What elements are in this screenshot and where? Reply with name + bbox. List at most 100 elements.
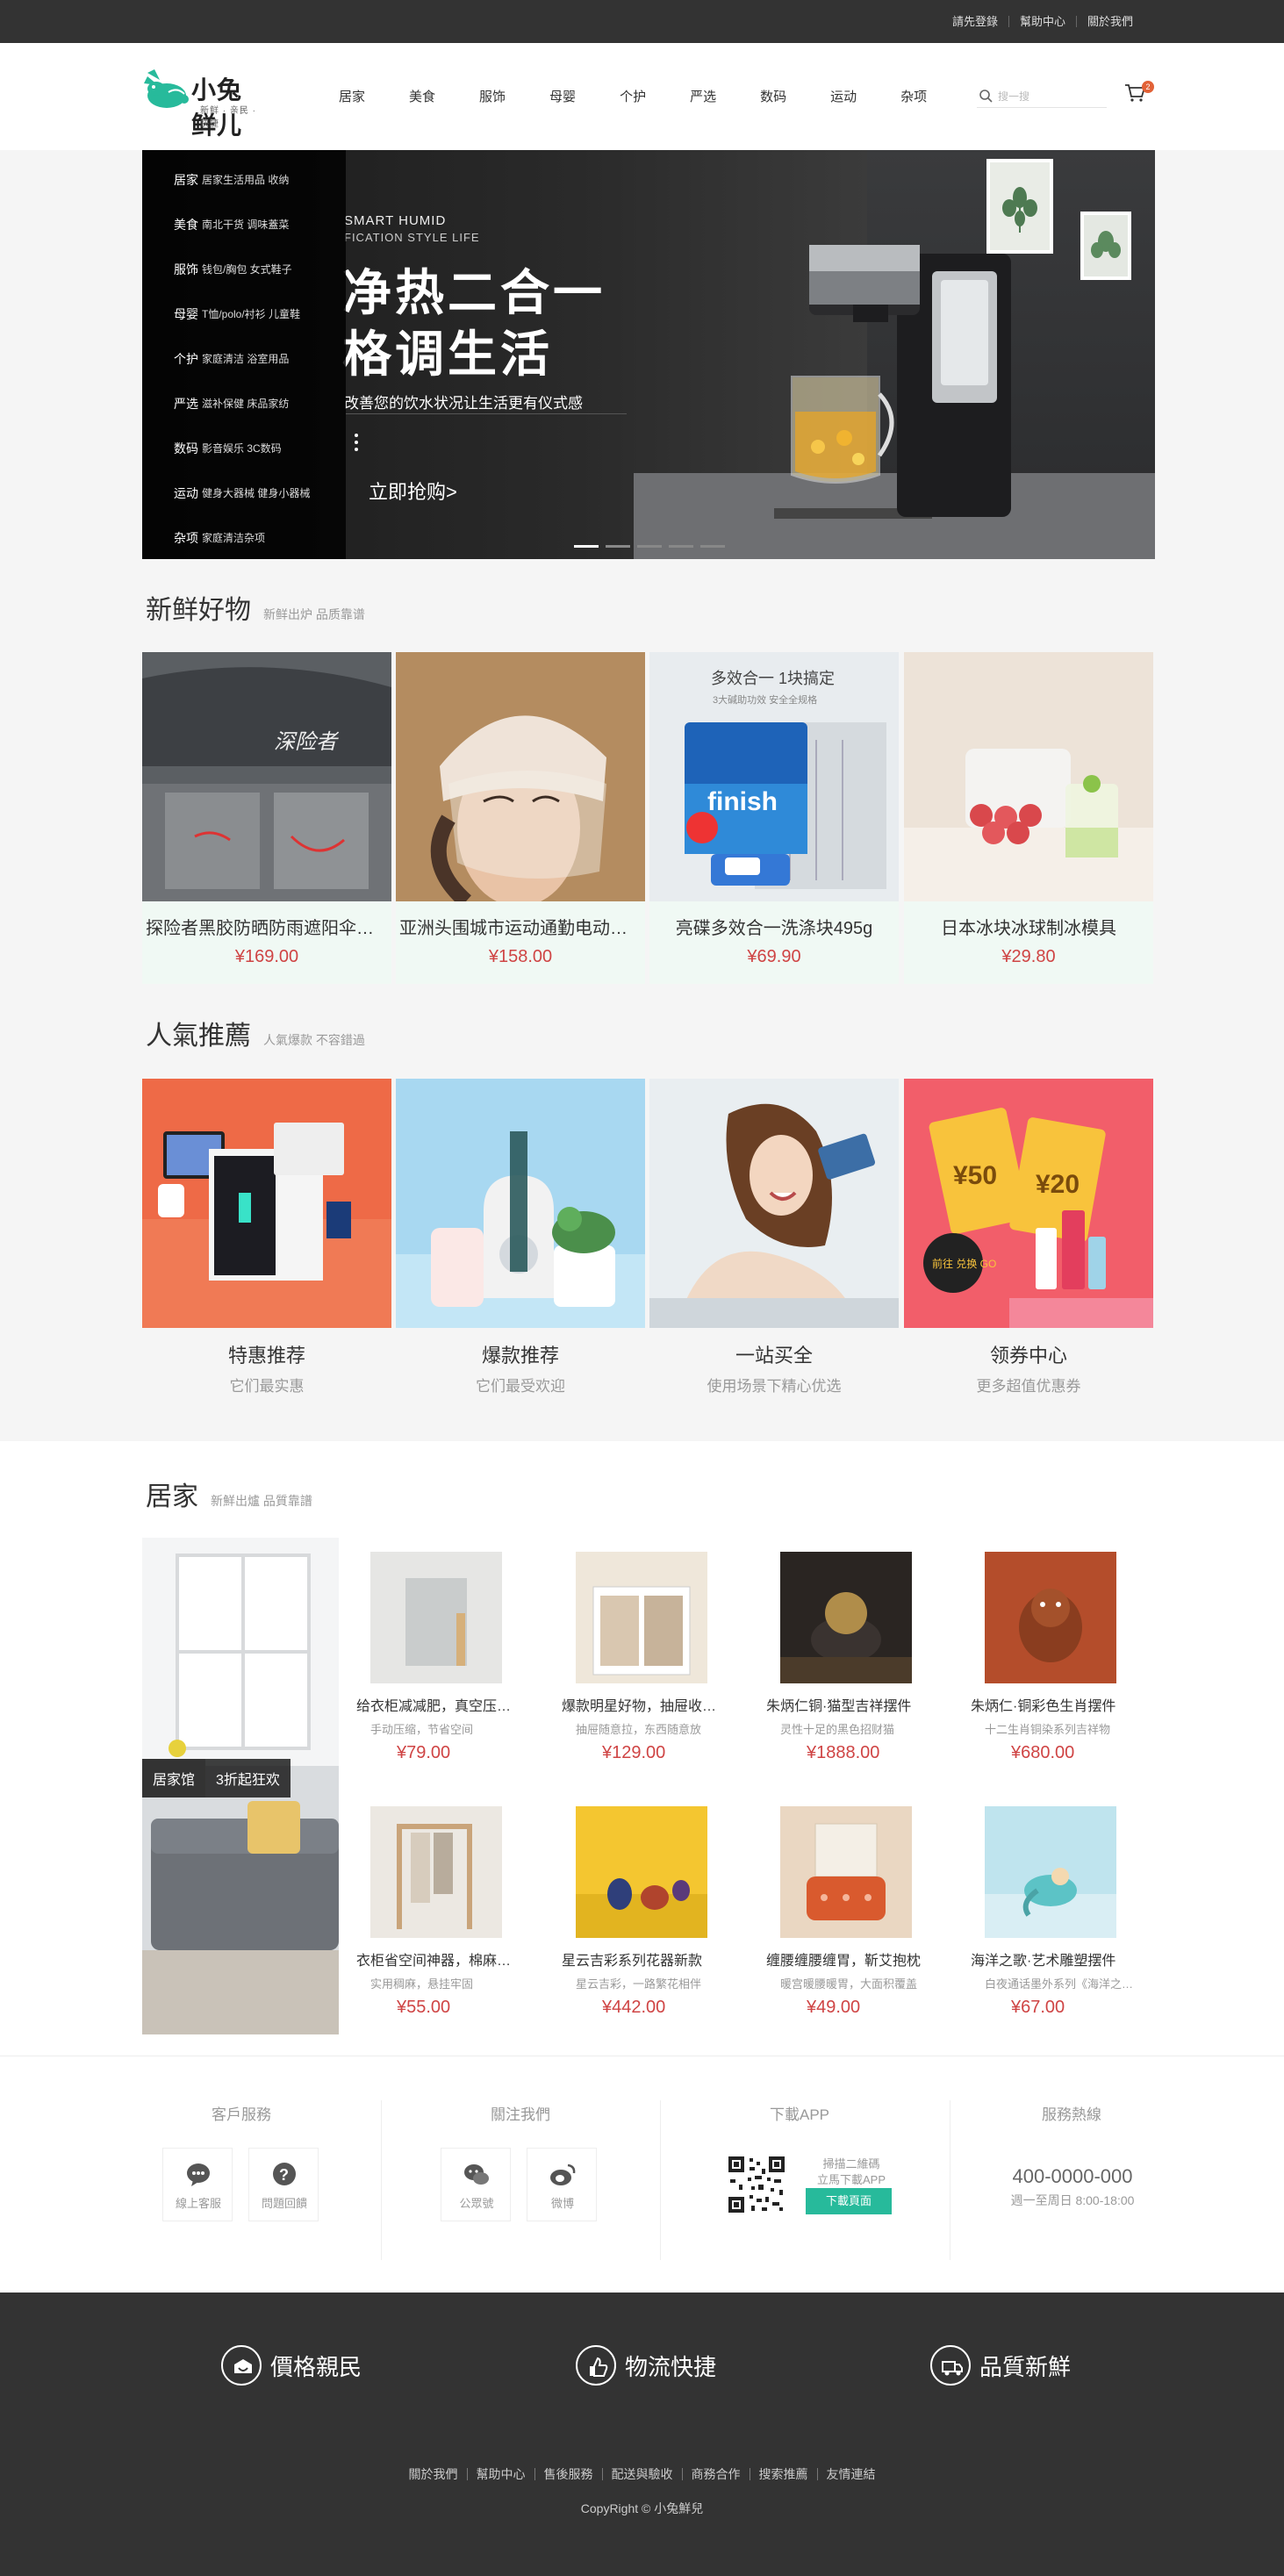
footer-link-business[interactable]: 商務合作 bbox=[681, 2468, 750, 2480]
popular-card[interactable]: 爆款推荐 它们最受欢迎 bbox=[396, 1079, 645, 1398]
qr-code-icon bbox=[727, 2155, 786, 2214]
svg-text:前往 兑换 GO: 前往 兑换 GO bbox=[932, 1257, 996, 1270]
main-nav: 居家 美食 服饰 母婴 个护 严选 数码 运动 杂项 bbox=[339, 87, 971, 105]
carousel-indicator[interactable] bbox=[669, 545, 693, 548]
nav-item-baby[interactable]: 母婴 bbox=[549, 87, 576, 105]
goods-item[interactable]: 海洋之歌·艺术雕塑摆件 白夜通话墨外系列《海洋之歌》 ¥67.00 bbox=[971, 1806, 1146, 2034]
category-item-food[interactable]: 美食 南北干货 调味蓋菜 bbox=[142, 202, 346, 247]
follow-us-title: 關注我們 bbox=[491, 2106, 550, 2123]
nav-item-home[interactable]: 居家 bbox=[339, 87, 365, 105]
carousel-indicator[interactable] bbox=[574, 545, 599, 548]
footer-link-delivery[interactable]: 配送與驗收 bbox=[601, 2468, 682, 2480]
banner-cta-button[interactable]: 立即抢购> bbox=[369, 477, 457, 505]
nav-item-food[interactable]: 美食 bbox=[409, 87, 435, 105]
login-link[interactable]: 請先登錄 bbox=[942, 16, 1008, 27]
popular-card-title: 特惠推荐 bbox=[227, 1345, 305, 1367]
goods-item[interactable]: 朱炳仁·铜彩色生肖摆件 十二生肖铜染系列吉祥物 ¥680.00 bbox=[971, 1552, 1146, 1780]
category-item-sports[interactable]: 运动 健身大器械 健身小器械 bbox=[142, 470, 346, 515]
goods-desc: 十二生肖铜染系列吉祥物 bbox=[985, 1723, 1111, 1736]
popular-card[interactable]: 特惠推荐 它们最实惠 bbox=[142, 1079, 391, 1398]
goods-item[interactable]: 爆款明星好物，抽屉收纳盒 抽屉随意拉，东西随意放 ¥129.00 bbox=[562, 1552, 737, 1780]
goods-name: 海洋之歌·艺术雕塑摆件 bbox=[971, 1954, 1116, 1969]
footer-link-about[interactable]: 關於我們 bbox=[400, 2468, 467, 2480]
popular-card-subtitle: 使用场景下精心优选 bbox=[707, 1378, 842, 1395]
goods-price: ¥55.00 bbox=[397, 1998, 451, 2017]
goods-name: 缠腰缠腰缠胃，靳艾抱枕 bbox=[766, 1954, 922, 1969]
category-item-digital[interactable]: 数码 影音娱乐 3C数码 bbox=[142, 426, 346, 470]
svg-text:finish: finish bbox=[707, 787, 778, 816]
service-bar: 客戶服務 線上客服 ? 問題回饋 關注我們 公眾號 微博 下載APP 掃描二維碼… bbox=[0, 2056, 1284, 2293]
goods-image-drawer bbox=[576, 1552, 707, 1683]
banner-divider bbox=[346, 413, 627, 414]
banner-headline-2: 格调生活 bbox=[342, 326, 553, 382]
goods-desc: 白夜通话墨外系列《海洋之歌》 bbox=[985, 1977, 1134, 1991]
goods-name: 星云吉彩系列花器新款 bbox=[562, 1954, 703, 1969]
home-promo-banner[interactable]: 居家馆 3折起狂欢 bbox=[142, 1538, 339, 2034]
nav-item-select[interactable]: 严选 bbox=[690, 87, 716, 105]
carousel-indicator[interactable] bbox=[637, 545, 662, 548]
goods-item[interactable]: 朱炳仁铜·猫型吉祥摆件 灵性十足的黑色招财猫 ¥1888.00 bbox=[766, 1552, 942, 1780]
category-item-baby[interactable]: 母婴 T恤/polo/衬衫 儿童鞋 bbox=[142, 291, 346, 336]
nav-item-apparel[interactable]: 服饰 bbox=[479, 87, 506, 105]
fresh-product-card[interactable]: 多效合一 1块搞定 3大碱助功效 安全全规格 finish 亮碟多效合一洗涤块4… bbox=[649, 652, 899, 984]
fresh-section-header: 新鲜好物 新鲜出炉 品质靠谱 bbox=[146, 588, 365, 627]
goods-desc: 抽屉随意拉，东西随意放 bbox=[576, 1723, 702, 1736]
goods-item[interactable]: 缠腰缠腰缠胃，靳艾抱枕 暖宫暖腰暖胃，大面积覆盖 ¥49.00 bbox=[766, 1806, 942, 2034]
nav-item-sports[interactable]: 运动 bbox=[830, 87, 857, 105]
nav-item-digital[interactable]: 数码 bbox=[760, 87, 786, 105]
scan-qr-text: 掃描二維碼 bbox=[822, 2157, 880, 2171]
category-item-select[interactable]: 严选 滋补保健 床品家纺 bbox=[142, 381, 346, 426]
category-item-home[interactable]: 居家 居家生活用品 收纳 bbox=[142, 157, 346, 202]
product-name: 亮碟多效合一洗涤块495g bbox=[675, 919, 873, 938]
category-menu: 居家 居家生活用品 收纳 美食 南北干货 调味蓋菜 服饰 钱包/胸包 女式鞋子 母婴 T… bbox=[142, 150, 346, 559]
popular-card-title: 爆款推荐 bbox=[481, 1345, 559, 1367]
footer-link-search[interactable]: 搜索推薦 bbox=[749, 2468, 817, 2480]
category-item-personal-care[interactable]: 个护 家庭清洁 浴室用品 bbox=[142, 336, 346, 381]
goods-name: 衣柜省空间神器，棉麻挂架 bbox=[356, 1954, 523, 1969]
popular-card[interactable]: ¥50 ¥20 前往 兑换 GO 领券中心 更多超值优惠券 bbox=[904, 1079, 1153, 1398]
goods-desc: 灵性十足的黑色招财猫 bbox=[780, 1723, 895, 1736]
goods-item[interactable]: 星云吉彩系列花器新款 星云吉彩，一路繁花相伴 ¥442.00 bbox=[562, 1806, 737, 2034]
category-item-apparel[interactable]: 服饰 钱包/胸包 女式鞋子 bbox=[142, 247, 346, 291]
carousel-indicator[interactable] bbox=[606, 545, 630, 548]
nav-item-personal-care[interactable]: 个护 bbox=[620, 87, 646, 105]
download-page-button[interactable]: 下載頁面 bbox=[806, 2188, 892, 2214]
footer-link-friends[interactable]: 友情連結 bbox=[816, 2468, 885, 2480]
wall-frame-plant bbox=[986, 159, 1053, 254]
search-input[interactable]: 搜一搜 bbox=[977, 85, 1107, 108]
wechat-button[interactable]: 公眾號 bbox=[441, 2148, 511, 2221]
more-dots-icon bbox=[355, 434, 358, 451]
footer-link-after-sales[interactable]: 售後服務 bbox=[534, 2468, 602, 2480]
goods-price: ¥680.00 bbox=[1011, 1743, 1075, 1762]
carousel-indicator[interactable] bbox=[700, 545, 725, 548]
category-item-misc[interactable]: 杂项 家庭清洁杂项 bbox=[142, 515, 346, 559]
fresh-product-card[interactable]: 亚洲头围城市运动通勤电动车头盔 ¥158.00 bbox=[396, 652, 645, 984]
footer-link-help[interactable]: 幫助中心 bbox=[466, 2468, 534, 2480]
promo-tag-hall: 居家馆 bbox=[142, 1759, 206, 1797]
about-link[interactable]: 關於我們 bbox=[1075, 16, 1144, 27]
product-name: 亚洲头围城市运动通勤电动车头盔 bbox=[399, 919, 645, 938]
top-links: 請先登錄 幫助中心 關於我們 bbox=[942, 0, 1144, 43]
product-image-umbrella: 深险者 bbox=[142, 652, 391, 901]
online-service-button[interactable]: 線上客服 bbox=[162, 2148, 233, 2221]
goods-image-cat-ornament bbox=[780, 1552, 912, 1683]
help-link[interactable]: 幫助中心 bbox=[1008, 16, 1076, 27]
home-goods-section: 居家 新鮮出爐 品質靠譜 居家馆 3折起狂欢 给衣柜减减肥，真空压缩袋 手动压缩… bbox=[0, 1441, 1284, 2056]
thumbs-up-icon bbox=[576, 2345, 616, 2386]
fresh-product-card[interactable]: 日本冰块冰球制冰模具 ¥29.80 bbox=[904, 652, 1153, 984]
goods-item[interactable]: 衣柜省空间神器，棉麻挂架 实用稠麻，悬挂牢固 ¥55.00 bbox=[356, 1806, 532, 2034]
goods-price: ¥79.00 bbox=[397, 1743, 451, 1762]
weibo-button[interactable]: 微博 bbox=[527, 2148, 597, 2221]
feedback-button[interactable]: ? 問題回饋 bbox=[248, 2148, 319, 2221]
hero-banner[interactable]: SMART HUMID FICATION STYLE LIFE 净热二合一 格调… bbox=[142, 150, 1155, 559]
goods-image-zodiac-ornament bbox=[985, 1552, 1116, 1683]
fresh-product-card[interactable]: 深险者 探险者黑胶防晒防雨遮阳伞户外折叠伞 ¥169.00 bbox=[142, 652, 391, 984]
product-name: 探险者黑胶防晒防雨遮阳伞户外折叠伞 bbox=[146, 919, 391, 938]
copyright-text: CopyRight © 小兔鮮兒 bbox=[580, 2501, 704, 2515]
svg-text:深险者: 深险者 bbox=[274, 730, 340, 754]
logo[interactable]: 小兔鲜儿 新鲜 · 亲民 · 快捷 bbox=[142, 64, 260, 139]
nav-item-misc[interactable]: 杂项 bbox=[900, 87, 927, 105]
chat-icon bbox=[187, 2163, 210, 2186]
goods-item[interactable]: 给衣柜减减肥，真空压缩袋 手动压缩，节省空间 ¥79.00 bbox=[356, 1552, 532, 1780]
popular-card[interactable]: 一站买全 使用场景下精心优选 bbox=[649, 1079, 899, 1398]
